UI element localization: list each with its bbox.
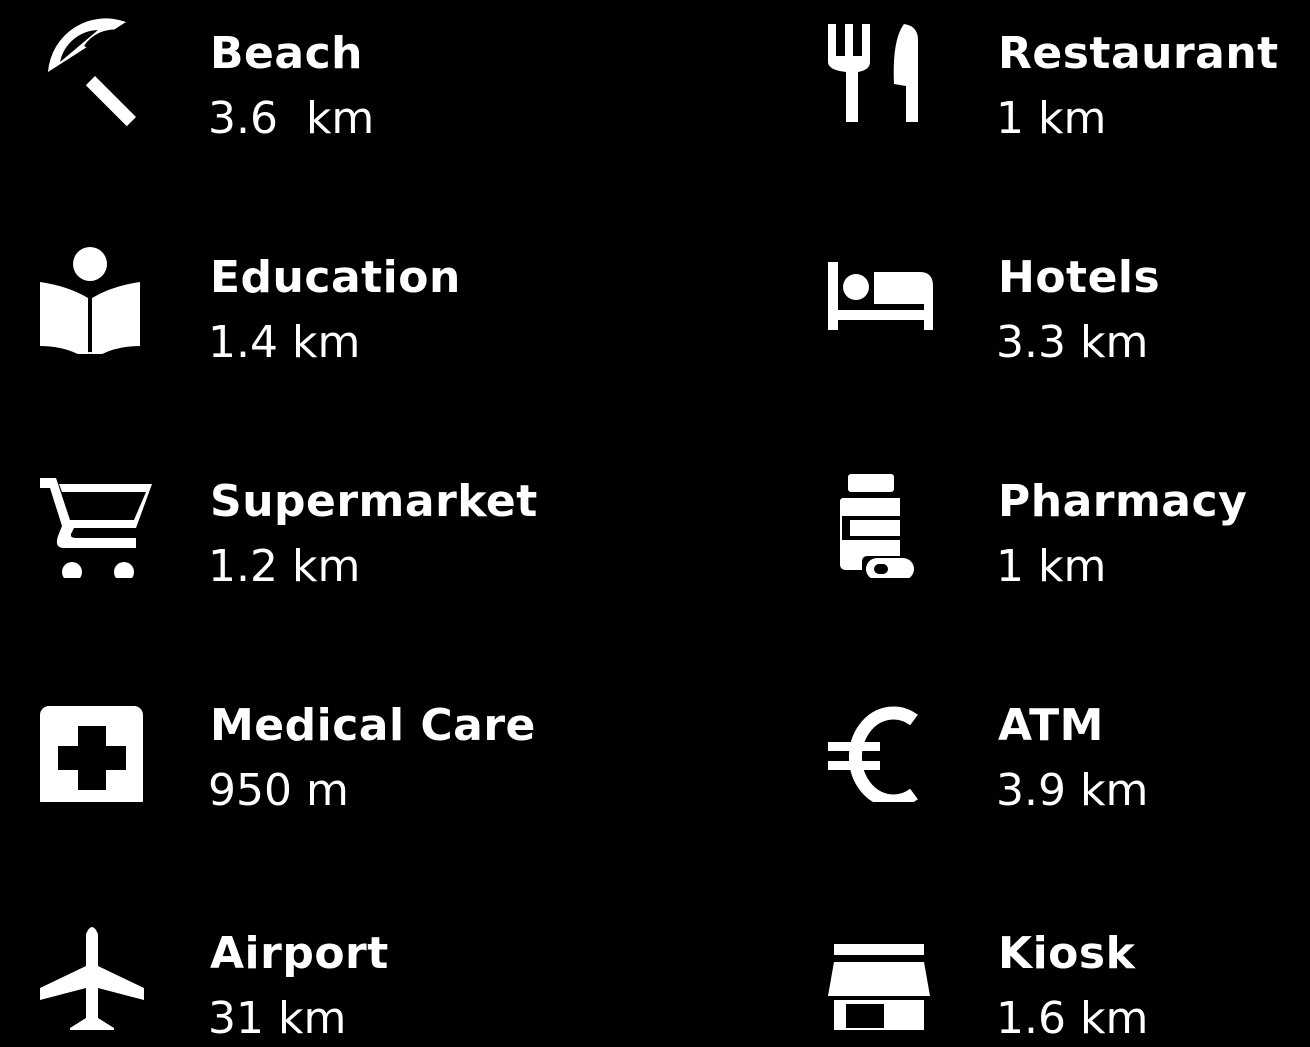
amenity-label: Kiosk bbox=[998, 928, 1136, 979]
reading-person-icon bbox=[40, 224, 170, 354]
amenity-airport: Airport 31 km bbox=[40, 900, 600, 1044]
amenity-pharmacy: Pharmacy 1 km bbox=[828, 448, 1310, 592]
amenity-distance: 31 km bbox=[208, 993, 347, 1044]
amenity-medical-care: Medical Care 950 m bbox=[40, 672, 600, 816]
amenity-distance: 3.3 km bbox=[996, 317, 1149, 368]
amenity-distance: 1.4 km bbox=[208, 317, 361, 368]
amenity-label: Education bbox=[210, 252, 461, 303]
amenity-distance: 3.6 km bbox=[208, 93, 375, 144]
amenity-distance: 1.6 km bbox=[996, 993, 1149, 1044]
amenity-restaurant: Restaurant 1 km bbox=[828, 0, 1310, 144]
amenity-beach: Beach 3.6 km bbox=[40, 0, 600, 144]
bed-icon bbox=[828, 224, 958, 354]
amenity-atm: ATM 3.9 km bbox=[828, 672, 1310, 816]
amenity-distance: 1.2 km bbox=[208, 541, 361, 592]
shopping-cart-icon bbox=[40, 448, 170, 578]
amenity-supermarket: Supermarket 1.2 km bbox=[40, 448, 600, 592]
amenity-label: Airport bbox=[210, 928, 389, 979]
amenity-label: ATM bbox=[998, 700, 1104, 751]
airplane-icon bbox=[40, 900, 170, 1030]
amenity-distance: 1 km bbox=[996, 93, 1107, 144]
amenity-hotels: Hotels 3.3 km bbox=[828, 224, 1310, 368]
storefront-icon bbox=[828, 900, 958, 1030]
amenity-distance: 3.9 km bbox=[996, 765, 1149, 816]
amenity-label: Medical Care bbox=[210, 700, 536, 751]
amenity-distance: 1 km bbox=[996, 541, 1107, 592]
fork-knife-icon bbox=[828, 0, 958, 130]
amenity-label: Restaurant bbox=[998, 28, 1279, 79]
amenity-label: Hotels bbox=[998, 252, 1161, 303]
amenity-label: Beach bbox=[210, 28, 363, 79]
amenity-distance: 950 m bbox=[208, 765, 349, 816]
medical-cross-icon bbox=[40, 672, 170, 802]
amenity-label: Pharmacy bbox=[998, 476, 1248, 527]
beach-umbrella-icon bbox=[40, 0, 170, 130]
medicine-bottle-icon bbox=[828, 448, 958, 578]
euro-icon bbox=[828, 672, 958, 802]
amenity-label: Supermarket bbox=[210, 476, 538, 527]
amenity-education: Education 1.4 km bbox=[40, 224, 600, 368]
amenity-kiosk: Kiosk 1.6 km bbox=[828, 900, 1310, 1044]
